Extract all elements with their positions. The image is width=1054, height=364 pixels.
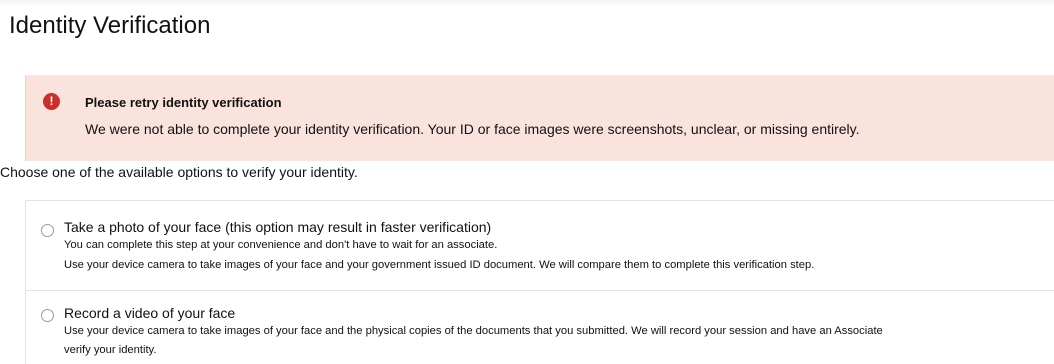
video-option-description: Use your device camera to take images of… (64, 325, 883, 337)
alert-message: We were not able to complete your identi… (85, 121, 860, 137)
video-option-description: verify your identity. (64, 344, 157, 356)
top-shadow-strip (0, 0, 1054, 6)
error-alert: ! Please retry identity verification We … (25, 75, 1054, 161)
option-divider (25, 290, 1054, 291)
photo-option-radio[interactable] (41, 224, 54, 237)
video-option-title[interactable]: Record a video of your face (64, 305, 235, 321)
video-option-radio[interactable] (41, 309, 54, 322)
page-title: Identity Verification (9, 12, 211, 39)
instructions-text: Choose one of the available options to v… (0, 164, 358, 180)
photo-option-title[interactable]: Take a photo of your face (this option m… (64, 219, 491, 235)
alert-title: Please retry identity verification (85, 95, 282, 110)
identity-verification-page: Identity Verification ! Please retry ide… (0, 0, 1054, 364)
photo-option-description: Use your device camera to take images of… (64, 259, 815, 271)
photo-option-description: You can complete this step at your conve… (64, 239, 498, 251)
exclamation-circle-icon: ! (43, 93, 60, 110)
